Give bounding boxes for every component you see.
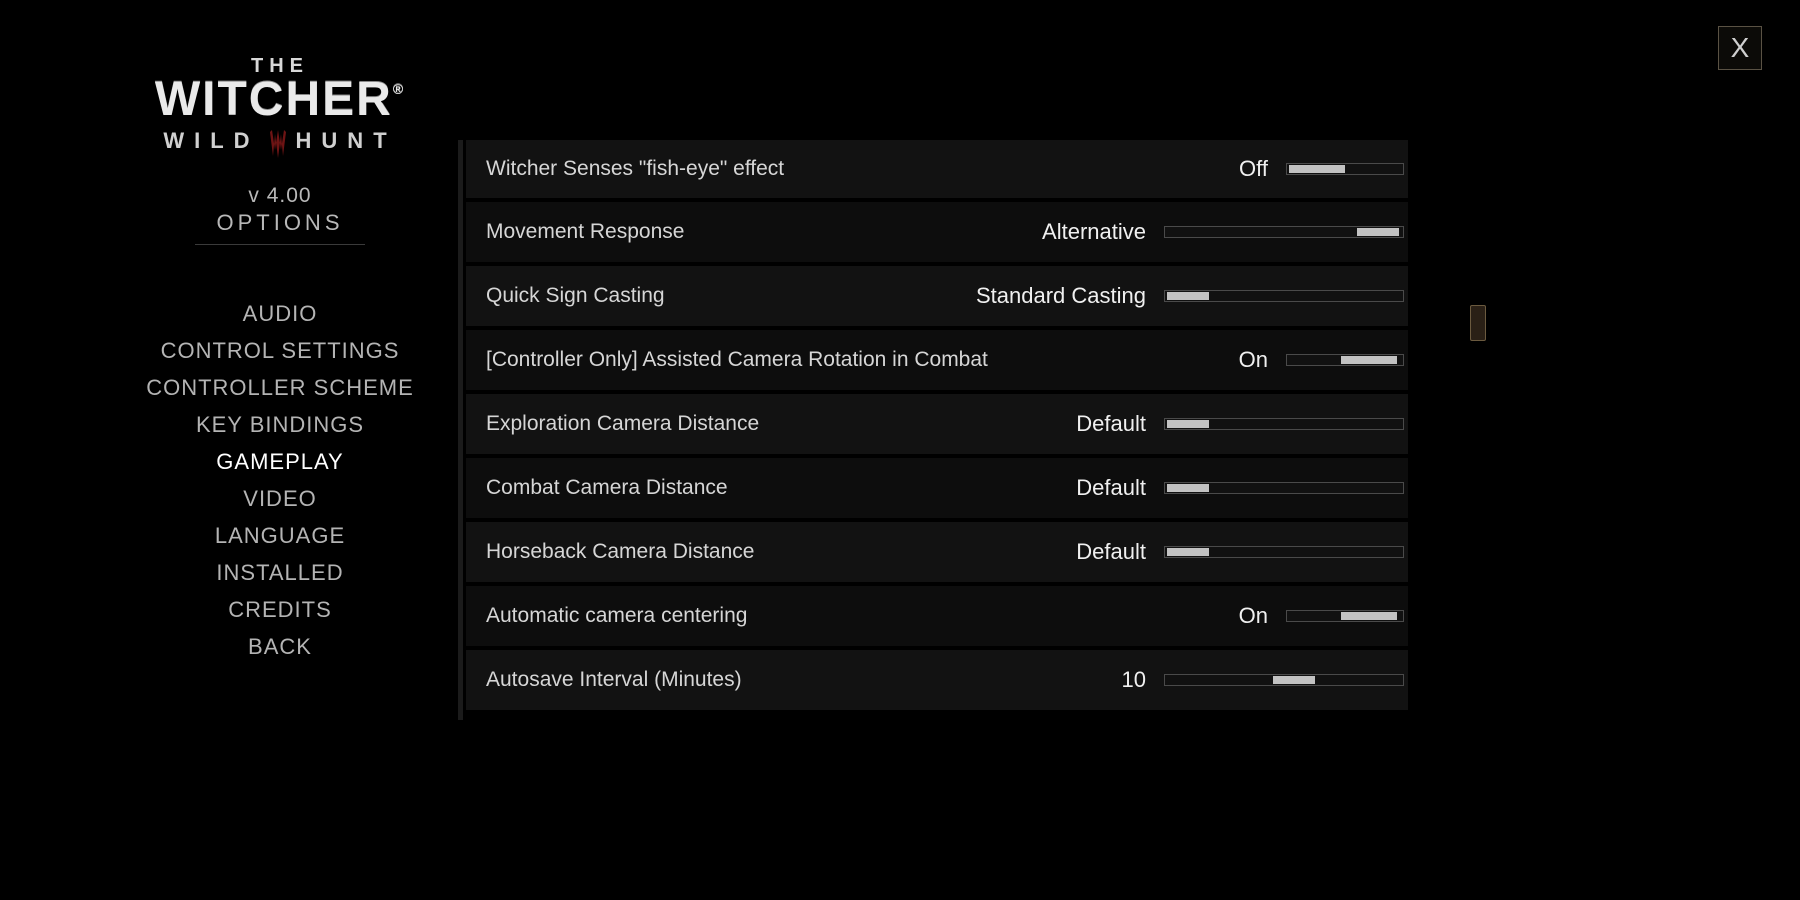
- setting-row[interactable]: Horseback Camera DistanceDefault: [466, 522, 1408, 582]
- setting-slider[interactable]: [1286, 610, 1404, 622]
- setting-row[interactable]: [Controller Only] Assisted Camera Rotati…: [466, 330, 1408, 390]
- logo-title: WITCHER®: [155, 76, 405, 124]
- slider-thumb[interactable]: [1357, 228, 1399, 236]
- scrollbar-thumb[interactable]: [1470, 305, 1486, 341]
- settings-list[interactable]: Witcher Senses "fish-eye" effectOffMovem…: [466, 140, 1408, 710]
- menu-item-back[interactable]: BACK: [248, 634, 312, 660]
- setting-label: Autosave Interval (Minutes): [486, 668, 964, 692]
- setting-slider[interactable]: [1286, 163, 1404, 175]
- game-logo: THE WITCHER® WILD HUNT: [155, 55, 405, 156]
- slider-thumb[interactable]: [1167, 484, 1209, 492]
- menu-item-installed[interactable]: INSTALLED: [216, 560, 343, 586]
- setting-value: Default: [964, 475, 1164, 501]
- options-menu: AUDIO CONTROL SETTINGS CONTROLLER SCHEME KE…: [146, 301, 414, 660]
- setting-label: Witcher Senses "fish-eye" effect: [486, 157, 1086, 181]
- slider-thumb[interactable]: [1341, 612, 1397, 620]
- slider-thumb[interactable]: [1341, 356, 1397, 364]
- slider-thumb[interactable]: [1167, 420, 1209, 428]
- setting-row[interactable]: Witcher Senses "fish-eye" effectOff: [466, 140, 1408, 198]
- setting-value: Alternative: [964, 219, 1164, 245]
- logo-subtitle: WILD HUNT: [155, 126, 405, 156]
- menu-item-video[interactable]: VIDEO: [243, 486, 316, 512]
- setting-value: Off: [1086, 156, 1286, 182]
- version-label: v 4.00: [248, 184, 311, 208]
- setting-value: On: [1086, 347, 1286, 373]
- divider: [195, 244, 365, 245]
- setting-slider[interactable]: [1164, 226, 1404, 238]
- setting-value: Standard Casting: [964, 283, 1164, 309]
- close-icon: X: [1731, 32, 1750, 64]
- setting-value: 10: [964, 667, 1164, 693]
- setting-label: Combat Camera Distance: [486, 476, 964, 500]
- setting-label: Movement Response: [486, 220, 964, 244]
- claws-icon: [266, 130, 290, 160]
- section-title: OPTIONS: [216, 210, 343, 236]
- setting-row[interactable]: Autosave Interval (Minutes)10: [466, 650, 1408, 710]
- close-button[interactable]: X: [1718, 26, 1762, 70]
- settings-panel: Witcher Senses "fish-eye" effectOffMovem…: [458, 140, 1408, 720]
- setting-row[interactable]: Combat Camera DistanceDefault: [466, 458, 1408, 518]
- setting-slider[interactable]: [1164, 290, 1404, 302]
- setting-row[interactable]: Movement ResponseAlternative: [466, 202, 1408, 262]
- setting-slider[interactable]: [1164, 546, 1404, 558]
- slider-thumb[interactable]: [1167, 548, 1209, 556]
- setting-slider[interactable]: [1164, 482, 1404, 494]
- setting-label: [Controller Only] Assisted Camera Rotati…: [486, 348, 1086, 372]
- menu-item-credits[interactable]: CREDITS: [228, 597, 332, 623]
- slider-thumb[interactable]: [1289, 165, 1345, 173]
- menu-item-key-bindings[interactable]: KEY BINDINGS: [196, 412, 364, 438]
- setting-label: Exploration Camera Distance: [486, 412, 964, 436]
- setting-value: Default: [964, 539, 1164, 565]
- menu-item-controller-scheme[interactable]: CONTROLLER SCHEME: [146, 375, 414, 401]
- setting-row[interactable]: Exploration Camera DistanceDefault: [466, 394, 1408, 454]
- setting-row[interactable]: Quick Sign CastingStandard Casting: [466, 266, 1408, 326]
- menu-item-audio[interactable]: AUDIO: [243, 301, 318, 327]
- slider-thumb[interactable]: [1273, 676, 1315, 684]
- menu-item-gameplay[interactable]: GAMEPLAY: [216, 449, 343, 475]
- setting-value: Default: [964, 411, 1164, 437]
- setting-slider[interactable]: [1286, 354, 1404, 366]
- setting-slider[interactable]: [1164, 674, 1404, 686]
- setting-row[interactable]: Automatic camera centeringOn: [466, 586, 1408, 646]
- setting-label: Quick Sign Casting: [486, 284, 964, 308]
- setting-value: On: [1086, 603, 1286, 629]
- menu-item-language[interactable]: LANGUAGE: [215, 523, 345, 549]
- setting-slider[interactable]: [1164, 418, 1404, 430]
- menu-item-control-settings[interactable]: CONTROL SETTINGS: [161, 338, 400, 364]
- setting-label: Automatic camera centering: [486, 604, 1086, 628]
- sidebar: THE WITCHER® WILD HUNT v 4.00 OPTIONS AU…: [130, 55, 430, 660]
- slider-thumb[interactable]: [1167, 292, 1209, 300]
- setting-label: Horseback Camera Distance: [486, 540, 964, 564]
